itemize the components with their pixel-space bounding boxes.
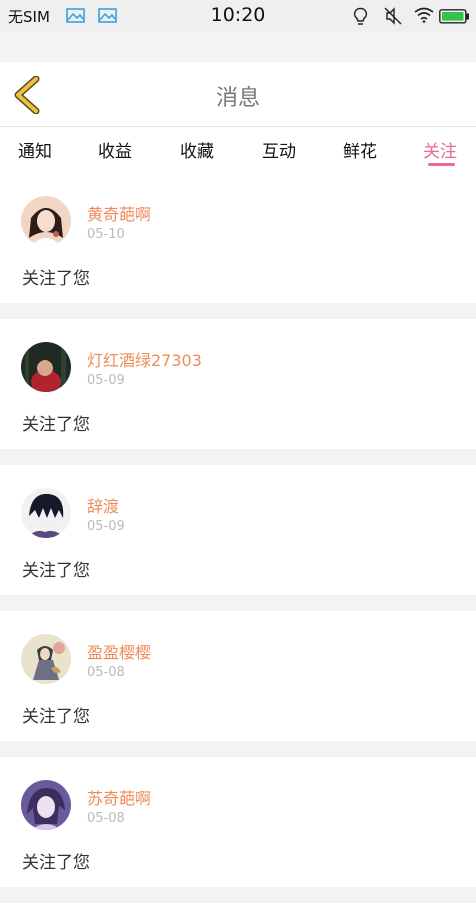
user-name[interactable]: 灯红酒绿27303: [87, 347, 202, 371]
avatar[interactable]: [21, 488, 71, 538]
avatar[interactable]: [21, 196, 71, 246]
tab-follows[interactable]: 关注: [423, 137, 457, 162]
tab-favorites[interactable]: 收藏: [180, 137, 214, 162]
mute-icon: [384, 7, 402, 25]
status-bar: 无SIM 10:20: [0, 0, 476, 32]
list-item[interactable]: 黄奇葩啊 05-10 关注了您: [0, 173, 476, 303]
bulb-icon: [353, 7, 368, 25]
follow-list: 黄奇葩啊 05-10 关注了您 灯红酒绿27303 05-09 关注了您 辞渡 …: [0, 173, 476, 903]
follow-message: 关注了您: [22, 561, 90, 581]
tab-earnings[interactable]: 收益: [98, 137, 132, 162]
tab-notifications[interactable]: 通知: [18, 137, 52, 162]
follow-date: 05-09: [87, 373, 125, 388]
active-tab-indicator: [428, 163, 455, 166]
avatar[interactable]: [21, 780, 71, 830]
tab-flowers[interactable]: 鲜花: [343, 137, 377, 162]
wifi-icon: [414, 7, 434, 23]
follow-date: 05-08: [87, 665, 125, 680]
avatar[interactable]: [21, 342, 71, 392]
user-name[interactable]: 盈盈樱樱: [87, 639, 151, 663]
list-item[interactable]: 辞渡 05-09 关注了您: [0, 465, 476, 595]
user-name[interactable]: 辞渡: [87, 493, 119, 517]
follow-date: 05-08: [87, 811, 125, 826]
battery-icon: [439, 9, 469, 24]
header: 消息: [0, 62, 476, 126]
tab-bar: 通知 收益 收藏 互动 鲜花 关注: [0, 126, 476, 173]
user-name[interactable]: 苏奇葩啊: [87, 785, 151, 809]
list-item[interactable]: 苏奇葩啊 05-08 关注了您: [0, 757, 476, 887]
avatar[interactable]: [21, 634, 71, 684]
user-name[interactable]: 黄奇葩啊: [87, 201, 151, 225]
follow-message: 关注了您: [22, 269, 90, 289]
page-title: 消息: [215, 86, 260, 111]
list-item[interactable]: 盈盈樱樱 05-08 关注了您: [0, 611, 476, 741]
follow-message: 关注了您: [22, 415, 90, 435]
tab-interactions[interactable]: 互动: [262, 137, 296, 162]
clock: 10:20: [210, 4, 266, 26]
follow-date: 05-09: [87, 519, 125, 534]
follow-date: 05-10: [87, 227, 125, 242]
top-spacer: [0, 32, 476, 62]
follow-message: 关注了您: [22, 707, 90, 727]
list-item[interactable]: 灯红酒绿27303 05-09 关注了您: [0, 319, 476, 449]
